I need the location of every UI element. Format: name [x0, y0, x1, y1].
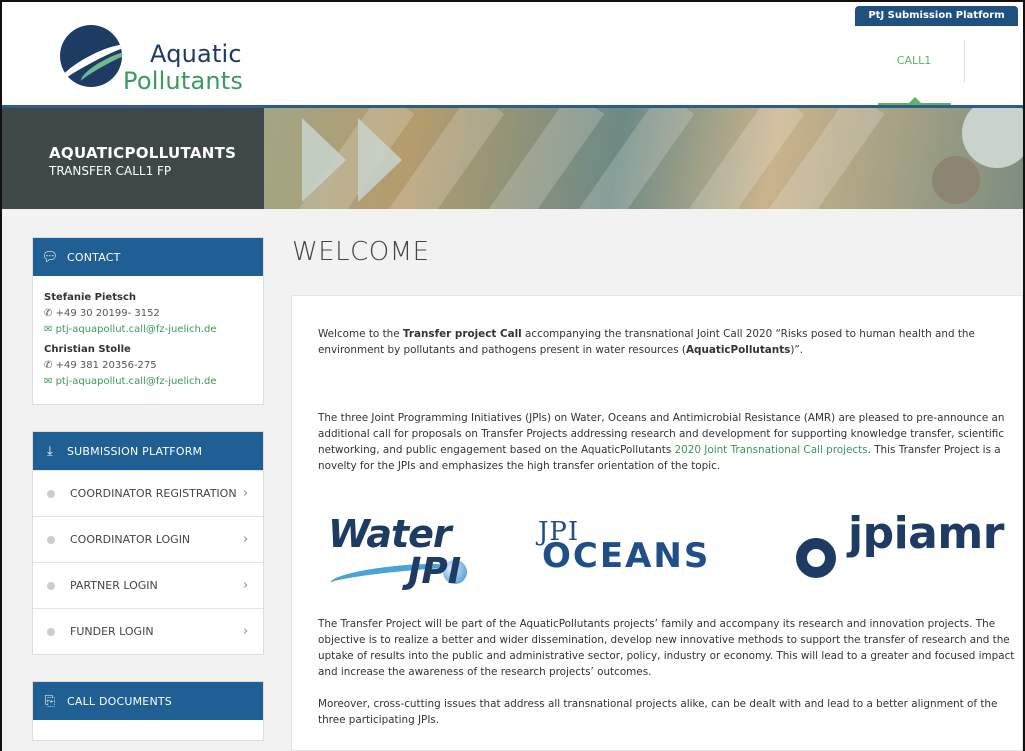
- text-span: Welcome to the: [318, 328, 403, 340]
- contact-phone-value: +49 30 20199- 3152: [55, 308, 160, 319]
- water-jpi-logo: Water JPI: [328, 512, 508, 606]
- sidebar-item-partner-login[interactable]: PARTNER LOGIN ›: [33, 562, 263, 608]
- sidebar-item-coordinator-login[interactable]: COORDINATOR LOGIN ›: [33, 516, 263, 562]
- text-span: )”.: [790, 344, 804, 356]
- hero-banner: AQUATICPOLLUTANTS TRANSFER CALL1 FP: [2, 105, 1023, 209]
- banner-circle-decoration: [932, 156, 980, 204]
- banner-title-box: AQUATICPOLLUTANTS TRANSFER CALL1 FP: [2, 108, 264, 209]
- jpi-oceans-logo: JPI OCEANS: [538, 519, 758, 604]
- contact-phone: ✆ +49 30 20199- 3152: [44, 306, 253, 322]
- bold-text: Transfer project Call: [402, 328, 522, 340]
- bullet-dot-icon: [47, 535, 55, 544]
- logo-text-aquatic: Aquatic: [150, 40, 242, 68]
- transfer-project-paragraph: The Transfer Project will be part of the…: [318, 618, 1015, 678]
- sidebar-item-label: COORDINATOR REGISTRATION: [70, 487, 237, 500]
- bold-text: AquaticPollutants: [685, 344, 791, 356]
- logo-text-pollutants: Pollutants: [123, 67, 244, 95]
- nav-item-call1[interactable]: CALL1: [870, 54, 958, 67]
- chevron-shape-icon: [302, 118, 346, 202]
- cross-cutting-paragraph: Moreover, cross-cutting issues that addr…: [318, 698, 998, 726]
- intro-paragraph: Welcome to the Transfer project Call acc…: [318, 326, 1020, 358]
- chevron-right-icon: ›: [243, 486, 249, 501]
- ptj-submission-platform-button[interactable]: PtJ Submission Platform: [855, 6, 1018, 26]
- contact-email-value[interactable]: ptj-aquapollut.call@fz-juelich.de: [56, 376, 217, 387]
- chevron-right-icon: ›: [243, 532, 249, 547]
- phone-icon: ✆: [44, 308, 53, 319]
- sidebar-item-label: COORDINATOR LOGIN: [70, 533, 191, 546]
- contact-body: Stefanie Pietsch ✆ +49 30 20199- 3152 ✉ …: [33, 276, 263, 404]
- bullet-dot-icon: [47, 627, 55, 636]
- documents-icon: ⎘: [44, 693, 56, 709]
- sidebar: 💬︎ CONTACT Stefanie Pietsch ✆ +49 30 201…: [32, 237, 264, 751]
- chevron-right-icon: ›: [243, 624, 249, 639]
- page-body: 💬︎ CONTACT Stefanie Pietsch ✆ +49 30 201…: [2, 209, 1023, 751]
- documents-heading: CALL DOCUMENTS: [67, 694, 172, 708]
- partner-logos: Water JPI JPI OCEANS jpiamr: [318, 484, 1022, 612]
- contact-name: Stefanie Pietsch: [44, 292, 136, 303]
- water-logo-jpi: JPI: [408, 551, 462, 592]
- bullet-dot-icon: [47, 581, 55, 590]
- sidebar-item-label: PARTNER LOGIN: [70, 579, 158, 592]
- submission-heading: SUBMISSION PLATFORM: [67, 444, 203, 458]
- contact-heading: CONTACT: [67, 250, 121, 264]
- contact-email-value[interactable]: ptj-aquapollut.call@fz-juelich.de: [56, 324, 217, 335]
- contact-name: Christian Stolle: [44, 344, 131, 355]
- submission-panel: ⤓ SUBMISSION PLATFORM COORDINATOR REGIST…: [32, 431, 264, 655]
- aquatic-pollutants-logo[interactable]: Aquatic Pollutants: [60, 20, 244, 100]
- contact-panel: 💬︎ CONTACT Stefanie Pietsch ✆ +49 30 201…: [32, 237, 264, 405]
- documents-panel-header[interactable]: ⎘ CALL DOCUMENTS: [33, 682, 263, 720]
- documents-panel: ⎘ CALL DOCUMENTS: [32, 681, 264, 741]
- banner-title: AQUATICPOLLUTANTS: [49, 144, 237, 162]
- joint-call-projects-link[interactable]: 2020 Joint Transnational Call projects: [675, 444, 868, 456]
- envelope-icon: ✉: [44, 324, 53, 335]
- chat-bubbles-icon: 💬︎: [41, 249, 59, 265]
- phone-icon: ✆: [44, 360, 53, 371]
- contact-email[interactable]: ✉ ptj-aquapollut.call@fz-juelich.de: [44, 374, 253, 390]
- contact-email[interactable]: ✉ ptj-aquapollut.call@fz-juelich.de: [44, 322, 253, 338]
- jpiamr-logo-word: jpiamr: [848, 508, 1004, 559]
- nav-divider: [964, 40, 965, 82]
- page-title: WELCOME: [292, 237, 430, 267]
- main-content: Welcome to the Transfer project Call acc…: [291, 295, 1023, 751]
- submission-panel-header: ⤓ SUBMISSION PLATFORM: [33, 432, 263, 470]
- bullet-dot-icon: [47, 489, 55, 498]
- logo-emblem-icon: [60, 25, 122, 87]
- sidebar-item-funder-login[interactable]: FUNDER LOGIN ›: [33, 608, 263, 654]
- water-logo-word: Water: [328, 512, 452, 556]
- banner-subtitle: TRANSFER CALL1 FP: [49, 164, 172, 178]
- contact-phone-value: +49 381 20356-275: [55, 360, 157, 371]
- jpiamr-ring-icon: [796, 538, 836, 578]
- sidebar-item-coordinator-registration[interactable]: COORDINATOR REGISTRATION ›: [33, 470, 263, 516]
- jpi-paragraph: The three Joint Programming Initiatives …: [318, 410, 1020, 474]
- chevron-right-icon: ›: [243, 578, 249, 593]
- contact-panel-header: 💬︎ CONTACT: [33, 238, 263, 276]
- jpiamr-logo: jpiamr: [796, 508, 1025, 586]
- download-tray-icon: ⤓: [47, 443, 53, 459]
- chevron-shape-icon: [358, 118, 402, 202]
- site-header: Aquatic Pollutants PtJ Submission Platfo…: [2, 2, 1023, 109]
- envelope-icon: ✉: [44, 376, 53, 387]
- oceans-logo-word: OCEANS: [542, 536, 711, 576]
- contact-phone: ✆ +49 381 20356-275: [44, 358, 253, 374]
- sidebar-item-label: FUNDER LOGIN: [70, 625, 154, 638]
